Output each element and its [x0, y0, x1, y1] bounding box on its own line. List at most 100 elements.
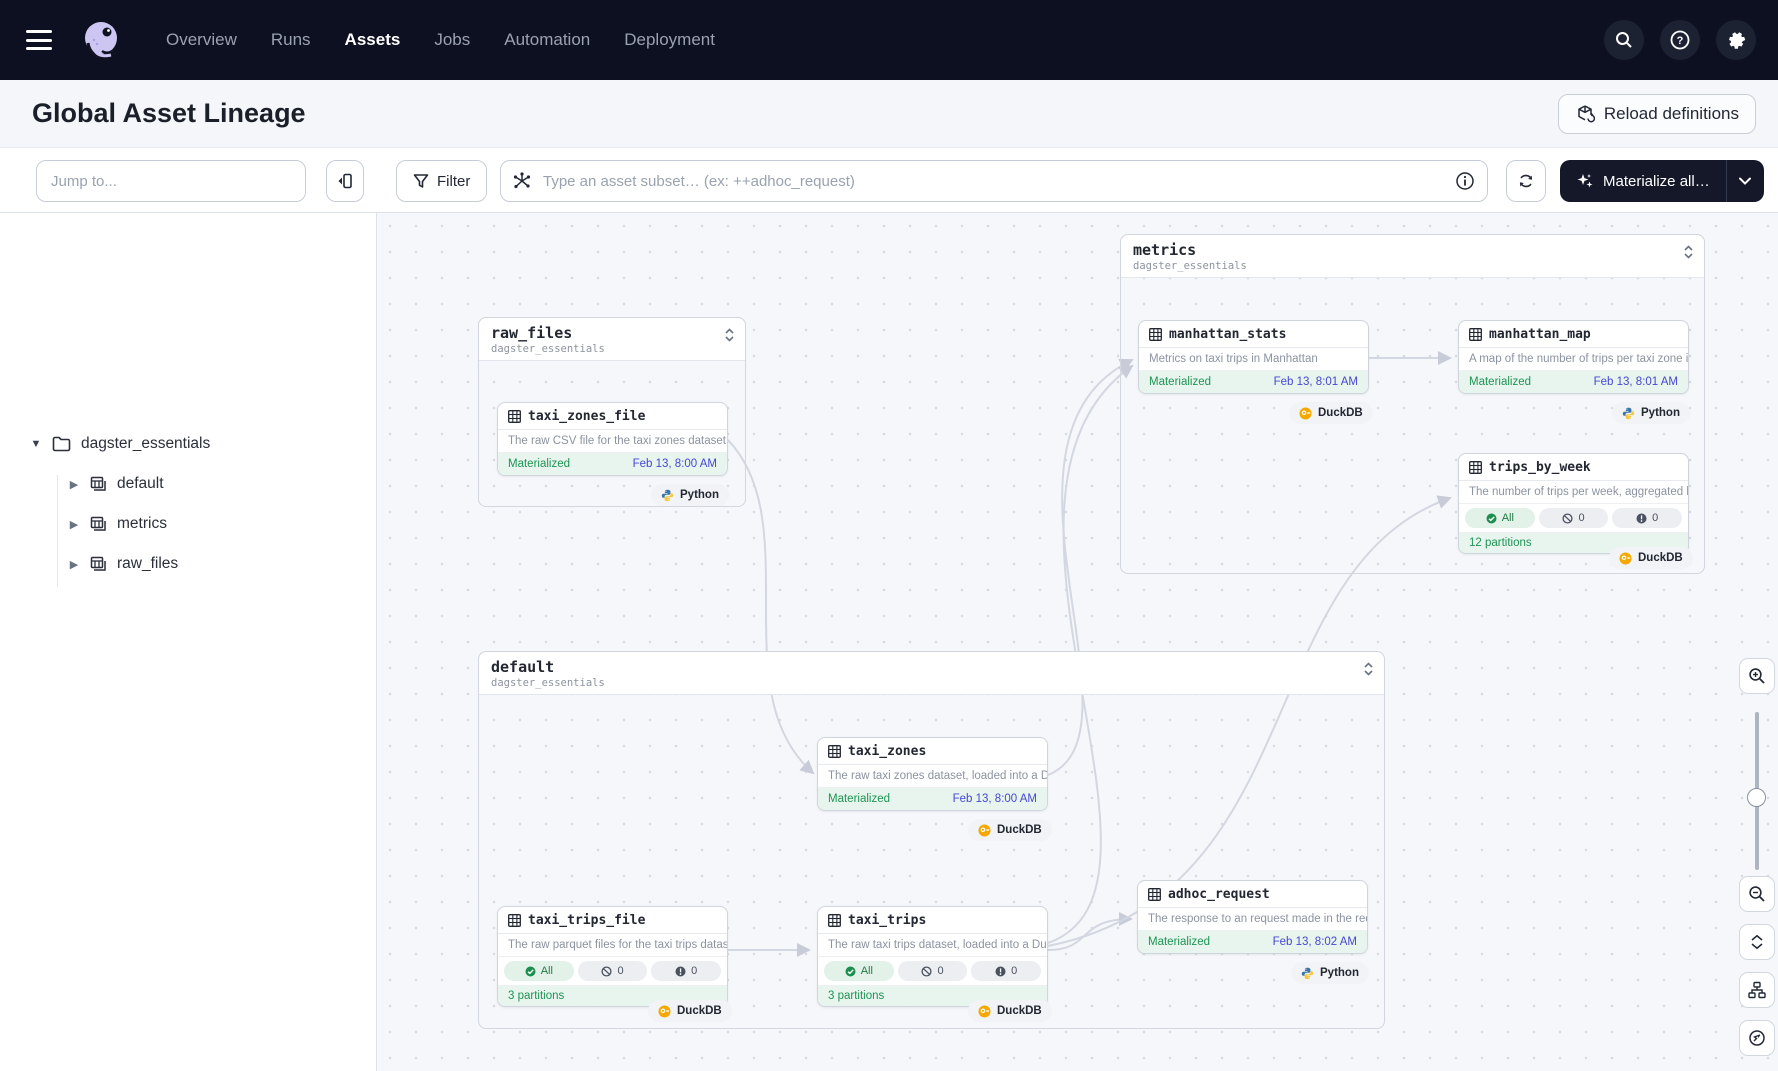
zoom-slider[interactable]: [1739, 712, 1775, 870]
table-icon: [828, 745, 841, 758]
settings-button[interactable]: [1716, 20, 1756, 60]
materialized-label: Materialized: [828, 793, 890, 805]
tree-item-default[interactable]: ▶ default: [68, 475, 164, 493]
check-circle-icon: [525, 966, 536, 977]
compute-kind-label: DuckDB: [1318, 407, 1363, 419]
collapse-group-icon[interactable]: [724, 328, 735, 342]
compute-kind-badge: Python: [651, 484, 729, 506]
caret-right-icon[interactable]: ▶: [68, 558, 80, 571]
asset-node-taxi-zones[interactable]: taxi_zones The raw taxi zones dataset, l…: [817, 737, 1048, 811]
nav-item-automation[interactable]: Automation: [504, 30, 590, 50]
menu-icon[interactable]: [26, 30, 52, 50]
slash-circle-icon: [601, 966, 612, 977]
tree-item-label: dagster_essentials: [81, 435, 210, 453]
caret-down-icon[interactable]: ▼: [30, 438, 42, 450]
recenter-icon: [1748, 1029, 1766, 1047]
asset-tree-sidebar: ▼ dagster_essentials ▶ default ▶ metrics…: [0, 213, 377, 1071]
filter-button[interactable]: Filter: [396, 160, 487, 202]
asset-name: adhoc_request: [1168, 887, 1270, 902]
compute-kind-badge: Python: [1291, 962, 1369, 984]
asset-node-taxi-zones-file[interactable]: taxi_zones_file The raw CSV file for the…: [497, 402, 728, 476]
asset-node-taxi-trips[interactable]: taxi_trips The raw taxi trips dataset, l…: [817, 906, 1048, 1007]
tree-item-dagster-essentials[interactable]: ▼ dagster_essentials: [30, 435, 210, 453]
table-icon: [1148, 888, 1161, 901]
partitions-failed-pill: 0: [898, 961, 968, 981]
svg-text:?: ?: [1677, 35, 1684, 47]
partition-health-row: All 0 0: [818, 957, 1047, 986]
tree-item-raw-files[interactable]: ▶ raw_files: [68, 555, 178, 573]
table-icon: [508, 914, 521, 927]
asset-subset-input[interactable]: [537, 173, 1443, 190]
panel-collapse-icon: [336, 172, 354, 190]
lineage-canvas[interactable]: raw_files dagster_essentials taxi_zones_…: [377, 213, 1778, 1071]
search-icon: [1614, 30, 1634, 50]
partitions-materialized-pill: All: [824, 961, 894, 981]
nav-item-overview[interactable]: Overview: [166, 30, 237, 50]
alert-circle-icon: [675, 966, 686, 977]
zoom-out-icon: [1748, 885, 1766, 903]
compute-kind-label: DuckDB: [997, 1005, 1042, 1017]
asset-status-row: Materialized Feb 13, 8:02 AM: [1138, 931, 1367, 953]
collapse-sidebar-button[interactable]: [326, 160, 364, 202]
reload-definitions-button[interactable]: Reload definitions: [1558, 94, 1756, 134]
recenter-button[interactable]: [1739, 1020, 1775, 1056]
chevron-down-icon: [1739, 177, 1751, 185]
compute-kind-badge: DuckDB: [648, 1000, 732, 1022]
table-icon: [1469, 461, 1482, 474]
asset-name: trips_by_week: [1489, 460, 1591, 475]
arrange-layout-button[interactable]: [1739, 972, 1775, 1008]
group-repo: dagster_essentials: [1133, 260, 1694, 272]
asset-status-row: Materialized Feb 13, 8:01 AM: [1459, 371, 1688, 393]
compute-kind-badge: DuckDB: [968, 819, 1052, 841]
zoom-slider-handle[interactable]: [1747, 788, 1766, 807]
asset-description: The raw CSV file for the taxi zones data…: [498, 430, 727, 453]
caret-right-icon[interactable]: ▶: [68, 478, 80, 491]
group-repo: dagster_essentials: [491, 343, 735, 355]
compute-kind-label: Python: [680, 489, 719, 501]
materialize-all-label: Materialize all…: [1603, 173, 1710, 190]
collapse-all-groups-button[interactable]: [1739, 924, 1775, 960]
nav-item-jobs[interactable]: Jobs: [434, 30, 470, 50]
table-icon: [1469, 328, 1482, 341]
materialize-dropdown-button[interactable]: [1726, 160, 1764, 202]
nav-item-runs[interactable]: Runs: [271, 30, 311, 50]
jump-to-input[interactable]: [36, 160, 306, 202]
collapse-group-icon[interactable]: [1683, 245, 1694, 259]
asset-node-manhattan-stats[interactable]: manhattan_stats Metrics on taxi trips in…: [1138, 320, 1369, 394]
asset-status-row: Materialized Feb 13, 8:00 AM: [498, 453, 727, 475]
materialize-all-button[interactable]: Materialize all…: [1560, 160, 1726, 202]
alert-circle-icon: [1636, 513, 1647, 524]
compute-kind-badge: DuckDB: [968, 1000, 1052, 1022]
materialized-time: Feb 13, 8:01 AM: [1274, 376, 1358, 388]
zoom-in-button[interactable]: [1739, 658, 1775, 694]
collapse-group-icon[interactable]: [1363, 662, 1374, 676]
zoom-out-button[interactable]: [1739, 876, 1775, 912]
asset-status-row: Materialized Feb 13, 8:00 AM: [818, 788, 1047, 810]
primary-nav: Overview Runs Assets Jobs Automation Dep…: [166, 30, 715, 50]
dagster-logo-icon[interactable]: [74, 13, 128, 67]
asset-node-trips-by-week[interactable]: trips_by_week The number of trips per we…: [1458, 453, 1689, 554]
asset-description: The raw parquet files for the taxi trips…: [498, 934, 727, 957]
asset-name: taxi_zones_file: [528, 409, 645, 424]
subset-info-icon[interactable]: [1443, 171, 1487, 191]
help-button[interactable]: ?: [1660, 20, 1700, 60]
filter-funnel-icon: [413, 173, 429, 189]
asset-node-manhattan-map[interactable]: manhattan_map A map of the number of tri…: [1458, 320, 1689, 394]
refresh-button[interactable]: [1506, 160, 1546, 202]
page-title: Global Asset Lineage: [32, 98, 306, 129]
asset-node-taxi-trips-file[interactable]: taxi_trips_file The raw parquet files fo…: [497, 906, 728, 1007]
asset-node-adhoc-request[interactable]: adhoc_request The response to an request…: [1137, 880, 1368, 954]
materialized-time: Feb 13, 8:01 AM: [1594, 376, 1678, 388]
materialized-time: Feb 13, 8:00 AM: [953, 793, 1037, 805]
asset-description: The raw taxi zones dataset, loaded into …: [818, 765, 1047, 788]
nav-item-assets[interactable]: Assets: [345, 30, 401, 50]
search-button[interactable]: [1604, 20, 1644, 60]
tree-item-metrics[interactable]: ▶ metrics: [68, 515, 167, 533]
group-repo: dagster_essentials: [491, 677, 1374, 689]
nav-item-deployment[interactable]: Deployment: [624, 30, 715, 50]
partitions-missing-pill: 0: [651, 961, 721, 981]
asset-name: taxi_trips: [848, 913, 926, 928]
compute-kind-label: Python: [1320, 967, 1359, 979]
collapse-groups-icon: [1749, 934, 1765, 950]
caret-right-icon[interactable]: ▶: [68, 518, 80, 531]
